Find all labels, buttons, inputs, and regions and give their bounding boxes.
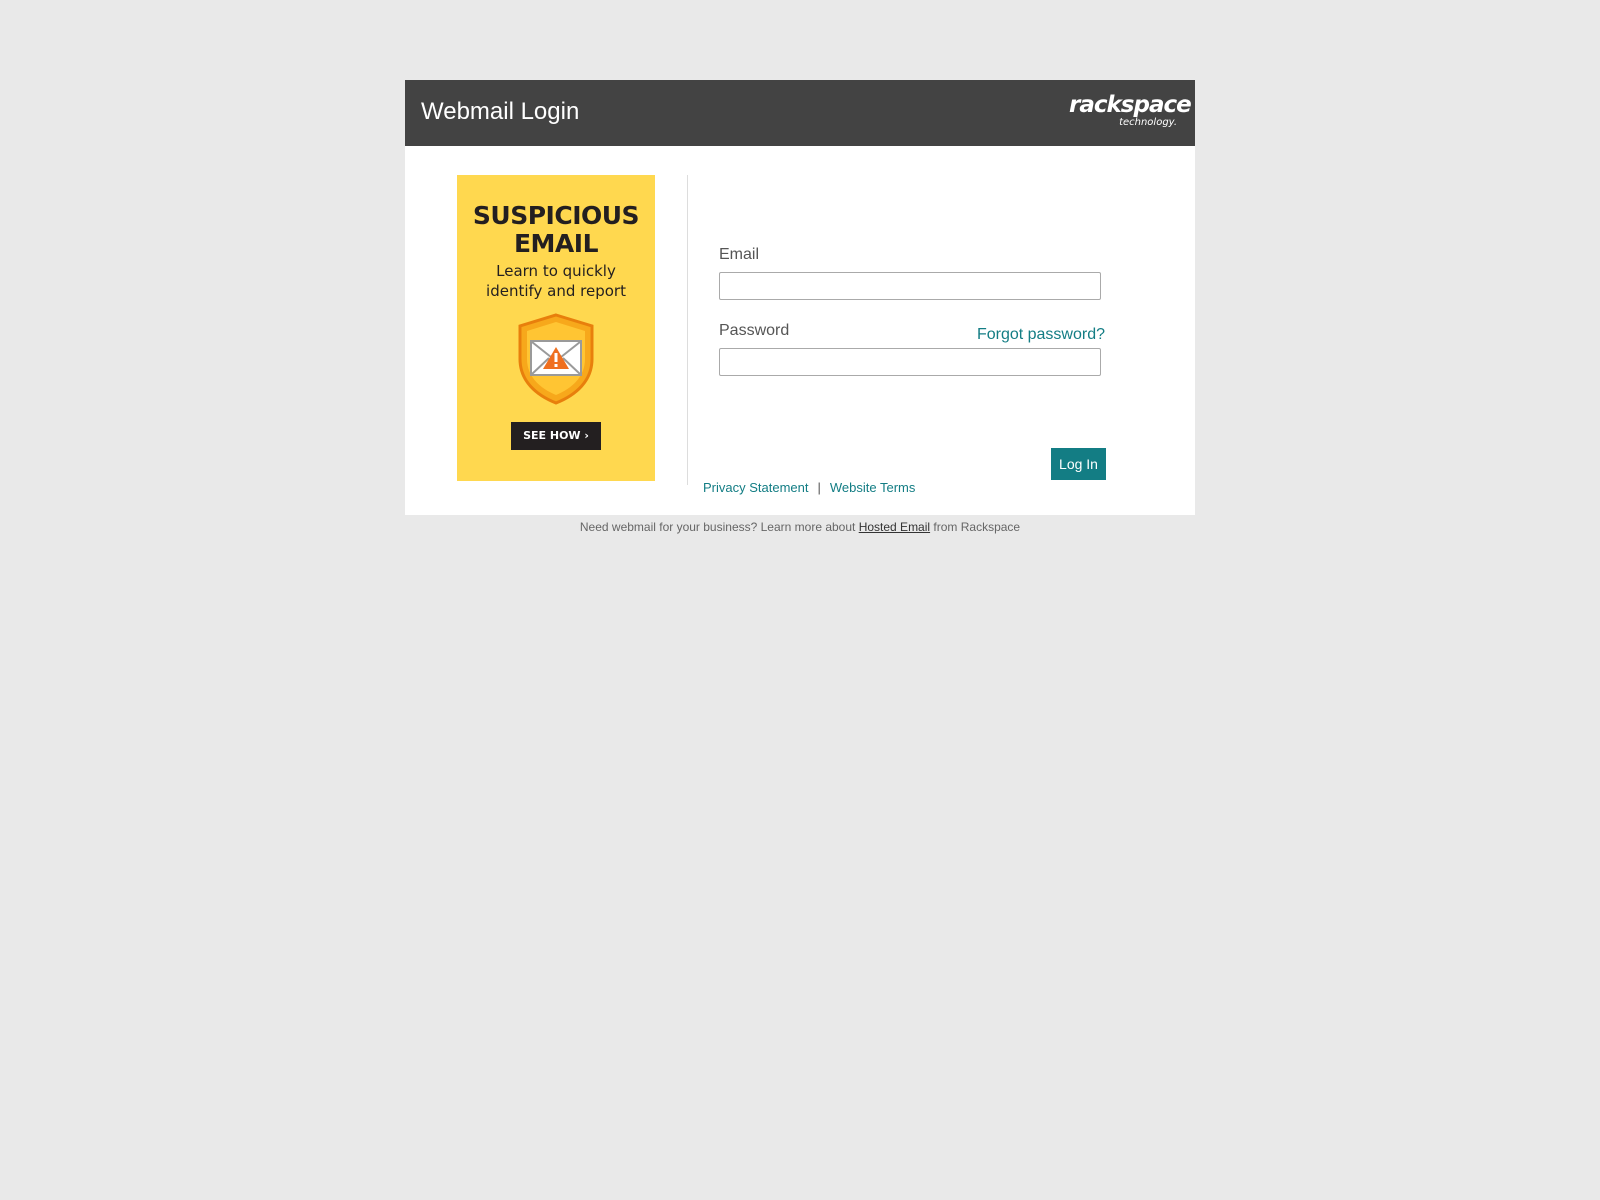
- password-label: Password: [719, 322, 790, 339]
- logo-tagline: technology.: [1119, 117, 1177, 128]
- note-prefix: Need webmail for your business? Learn mo…: [579, 520, 859, 534]
- vertical-divider: [687, 175, 688, 485]
- website-terms-link[interactable]: Website Terms: [830, 480, 916, 495]
- shield-envelope-warning-icon: [518, 313, 594, 405]
- privacy-statement-link[interactable]: Privacy Statement: [703, 480, 809, 495]
- footer-separator: |: [817, 480, 821, 495]
- hosted-email-note: Need webmail for your business? Learn mo…: [405, 520, 1195, 534]
- footer-links: Privacy Statement | Website Terms: [703, 480, 915, 495]
- hosted-email-link[interactable]: Hosted Email: [859, 520, 930, 534]
- suspicious-email-promo-banner[interactable]: SUSPICIOUS EMAIL Learn to quickly identi…: [457, 175, 655, 481]
- forgot-password-link[interactable]: Forgot password?: [977, 326, 1105, 344]
- logo-wordmark: rackspace: [1069, 92, 1192, 118]
- promo-subtext: Learn to quickly identify and report: [486, 262, 626, 300]
- page-title: Webmail Login: [421, 98, 580, 125]
- password-field[interactable]: [719, 348, 1101, 376]
- see-how-button[interactable]: SEE HOW ›: [511, 422, 601, 450]
- login-button[interactable]: Log In: [1051, 448, 1106, 480]
- promo-heading: SUSPICIOUS EMAIL: [472, 201, 640, 258]
- note-suffix: from Rackspace: [930, 520, 1021, 534]
- rackspace-logo: rackspace technology.: [1069, 92, 1192, 129]
- login-panel: Webmail Login rackspace technology. SUSP…: [405, 80, 1195, 515]
- email-label: Email: [719, 246, 760, 263]
- email-field[interactable]: [719, 272, 1101, 300]
- header-bar: Webmail Login rackspace technology.: [405, 80, 1195, 146]
